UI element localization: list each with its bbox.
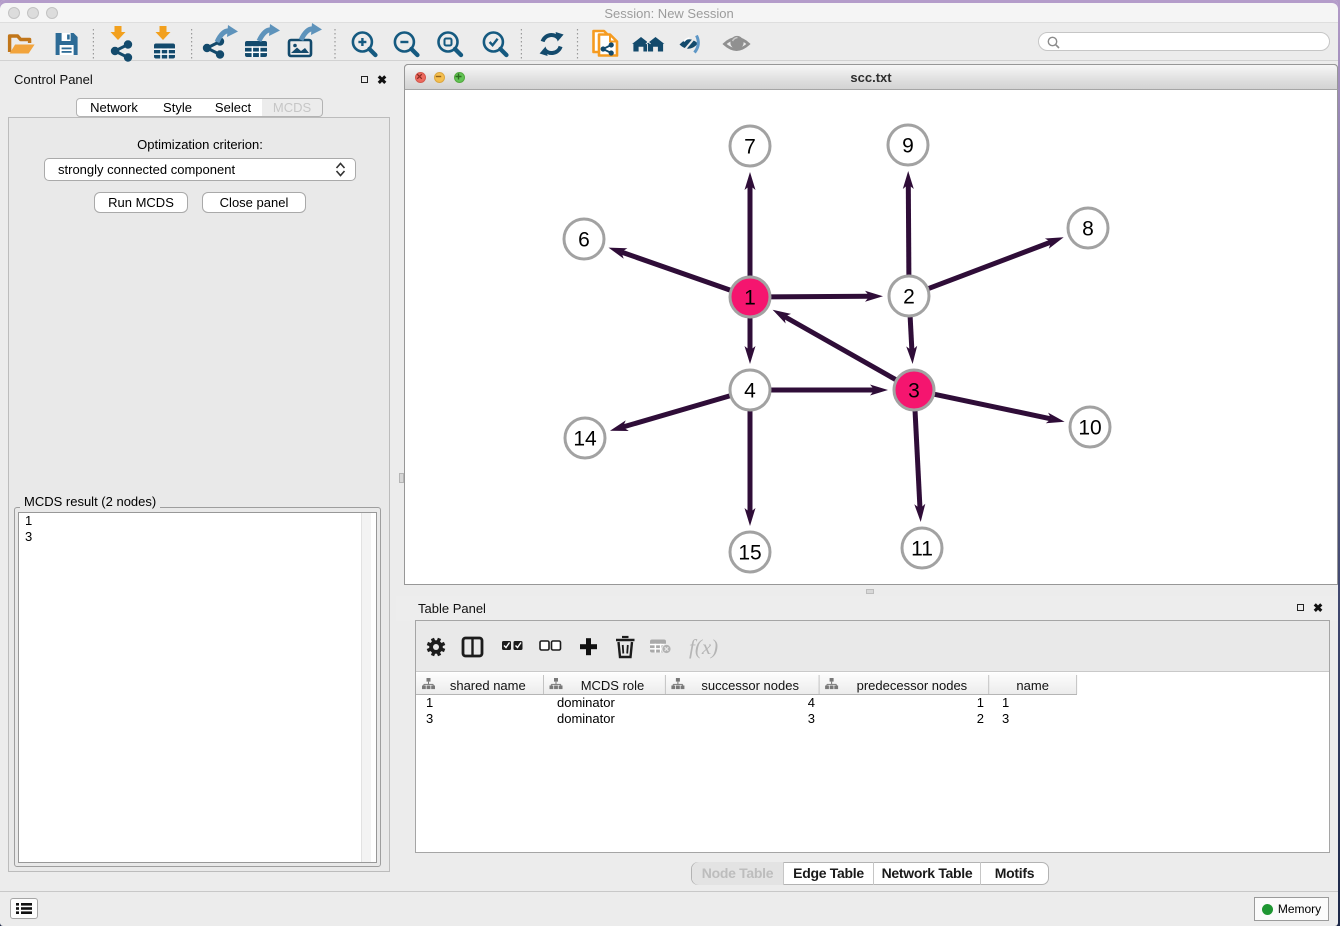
svg-text:6: 6 (578, 229, 590, 252)
svg-text:11: 11 (911, 538, 933, 561)
svg-text:1: 1 (426, 695, 433, 710)
svg-text:name: name (1016, 678, 1049, 693)
svg-text:shared name: shared name (450, 678, 526, 693)
svg-text:MCDS role: MCDS role (581, 678, 645, 693)
svg-text:10: 10 (1078, 417, 1101, 440)
svg-text:1: 1 (977, 695, 984, 710)
svg-text:3: 3 (426, 711, 433, 726)
svg-text:2: 2 (903, 286, 915, 309)
svg-text:9: 9 (902, 135, 914, 158)
svg-text:successor nodes: successor nodes (701, 678, 799, 693)
svg-text:predecessor nodes: predecessor nodes (857, 678, 968, 693)
svg-text:2: 2 (977, 711, 984, 726)
svg-text:15: 15 (738, 542, 761, 565)
svg-text:14: 14 (573, 428, 597, 451)
svg-text:3: 3 (808, 711, 815, 726)
svg-text:3: 3 (1002, 711, 1009, 726)
svg-text:4: 4 (808, 695, 815, 710)
svg-text:7: 7 (744, 136, 756, 159)
svg-text:4: 4 (744, 380, 756, 403)
svg-text:dominator: dominator (557, 711, 615, 726)
svg-text:3: 3 (908, 380, 920, 403)
svg-text:1: 1 (1002, 695, 1009, 710)
svg-text:1: 1 (744, 287, 756, 310)
svg-text:8: 8 (1082, 218, 1094, 241)
svg-text:dominator: dominator (557, 695, 615, 710)
